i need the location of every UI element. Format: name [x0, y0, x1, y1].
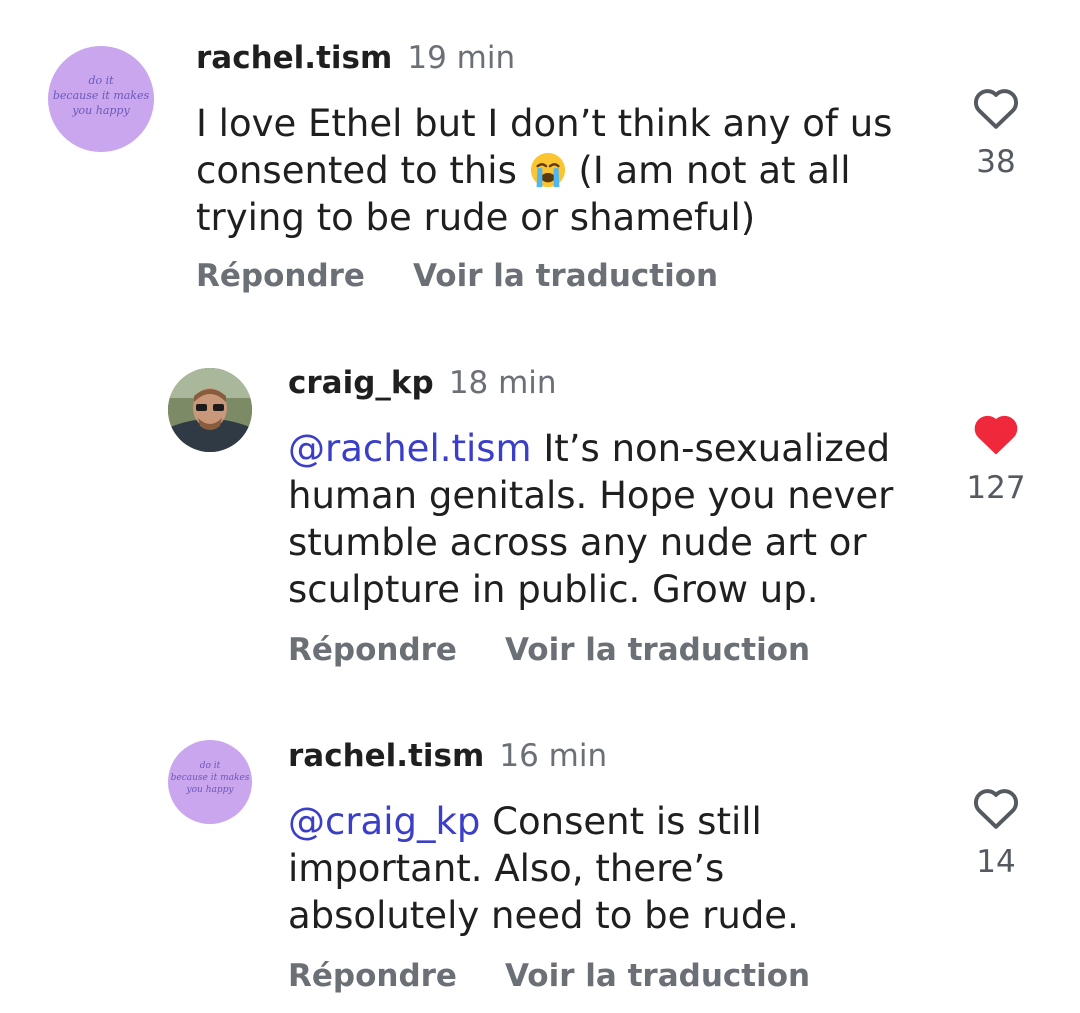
comment-text: @craig_kp Consent is still important. Al… [288, 798, 888, 939]
avatar-line: because it makes [170, 773, 250, 784]
avatar-line: you happy [186, 785, 234, 796]
mention-text: @craig_kp [288, 800, 481, 843]
mention-link[interactable]: @craig_kp [288, 800, 480, 843]
comment-header: rachel.tism 16 min [288, 738, 607, 774]
like-button[interactable]: 14 [956, 784, 1036, 880]
avatar-line: do it [199, 761, 221, 771]
see-translation-button[interactable]: Voir la traduction [505, 958, 810, 994]
timestamp: 16 min [499, 738, 608, 774]
avatar-handwriting: do it because it makes you happy [168, 760, 252, 796]
heart-outline-icon [973, 789, 1019, 829]
like-count: 14 [976, 844, 1016, 880]
comment-3: do it because it makes you happy rachel.… [0, 0, 1080, 1013]
username[interactable]: rachel.tism [288, 738, 484, 774]
reply-button[interactable]: Répondre [288, 958, 457, 994]
avatar[interactable]: do it because it makes you happy [168, 740, 252, 824]
comment-actions: Répondre Voir la traduction [288, 958, 810, 994]
